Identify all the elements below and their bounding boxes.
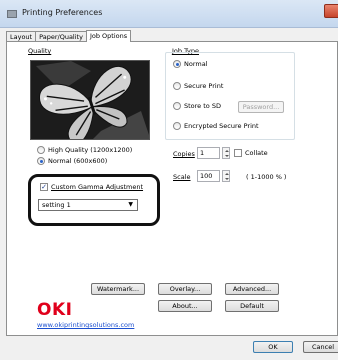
quality-preview-image (30, 60, 150, 140)
overlay-button[interactable]: Overlay... (158, 283, 212, 295)
scale-label-text: Scale (173, 173, 191, 181)
copies-spinner[interactable] (222, 147, 230, 159)
scale-spinner[interactable] (222, 170, 230, 182)
quality-label: Quality (28, 47, 52, 55)
scale-input[interactable]: 100 (197, 170, 220, 182)
close-button[interactable] (324, 4, 338, 18)
butterfly-image (31, 61, 149, 139)
scale-range-label: ( 1-1000 % ) (246, 173, 287, 181)
copies-label-text: Copies (173, 150, 195, 158)
window-title: Printing Preferences (22, 8, 103, 17)
job-type-encrypted-label: Encrypted Secure Print (184, 122, 259, 130)
highlight-annotation (28, 174, 160, 226)
advanced-button[interactable]: Advanced... (225, 283, 279, 295)
collate-option[interactable]: Collate (234, 149, 268, 157)
normal-quality-radio[interactable] (37, 157, 45, 165)
job-type-store-sd-label: Store to SD (184, 102, 221, 110)
high-quality-label: High Quality (1200x1200) (48, 146, 133, 154)
collate-label: Collate (245, 149, 268, 157)
copies-input[interactable]: 1 (197, 147, 220, 159)
high-quality-option[interactable]: High Quality (1200x1200) (37, 146, 132, 154)
oki-website-link[interactable]: www.okiprintingsolutions.com (37, 321, 134, 329)
about-button[interactable]: About... (158, 300, 212, 312)
normal-quality-option[interactable]: Normal (600x600) (37, 157, 107, 165)
cancel-button[interactable]: Cancel (303, 341, 338, 353)
scale-label: Scale (173, 173, 191, 181)
copies-label: Copies (173, 150, 195, 158)
job-type-secure-print-radio[interactable] (173, 82, 181, 90)
job-type-encrypted-radio[interactable] (173, 122, 181, 130)
job-type-store-sd-radio[interactable] (173, 102, 181, 110)
default-button[interactable]: Default (225, 300, 279, 312)
job-type-normal-radio[interactable] (173, 60, 181, 68)
password-button[interactable]: Password... (238, 101, 284, 113)
job-type-secure-print-label: Secure Print (184, 82, 224, 90)
job-type-normal[interactable]: Normal (173, 60, 208, 68)
normal-quality-label: Normal (600x600) (48, 157, 108, 165)
job-type-normal-label: Normal (184, 60, 208, 68)
oki-logo: OKI (37, 300, 73, 320)
tab-job-options[interactable]: Job Options (85, 30, 132, 42)
ok-button[interactable]: OK (253, 341, 293, 353)
watermark-button[interactable]: Watermark... (91, 283, 145, 295)
printer-icon (7, 10, 17, 18)
job-type-secure-print[interactable]: Secure Print (173, 82, 223, 90)
title-bar: Printing Preferences (0, 0, 338, 28)
job-type-encrypted[interactable]: Encrypted Secure Print (173, 122, 259, 130)
high-quality-radio[interactable] (37, 146, 45, 154)
collate-checkbox[interactable] (234, 149, 242, 157)
job-type-store-sd[interactable]: Store to SD (173, 102, 221, 110)
